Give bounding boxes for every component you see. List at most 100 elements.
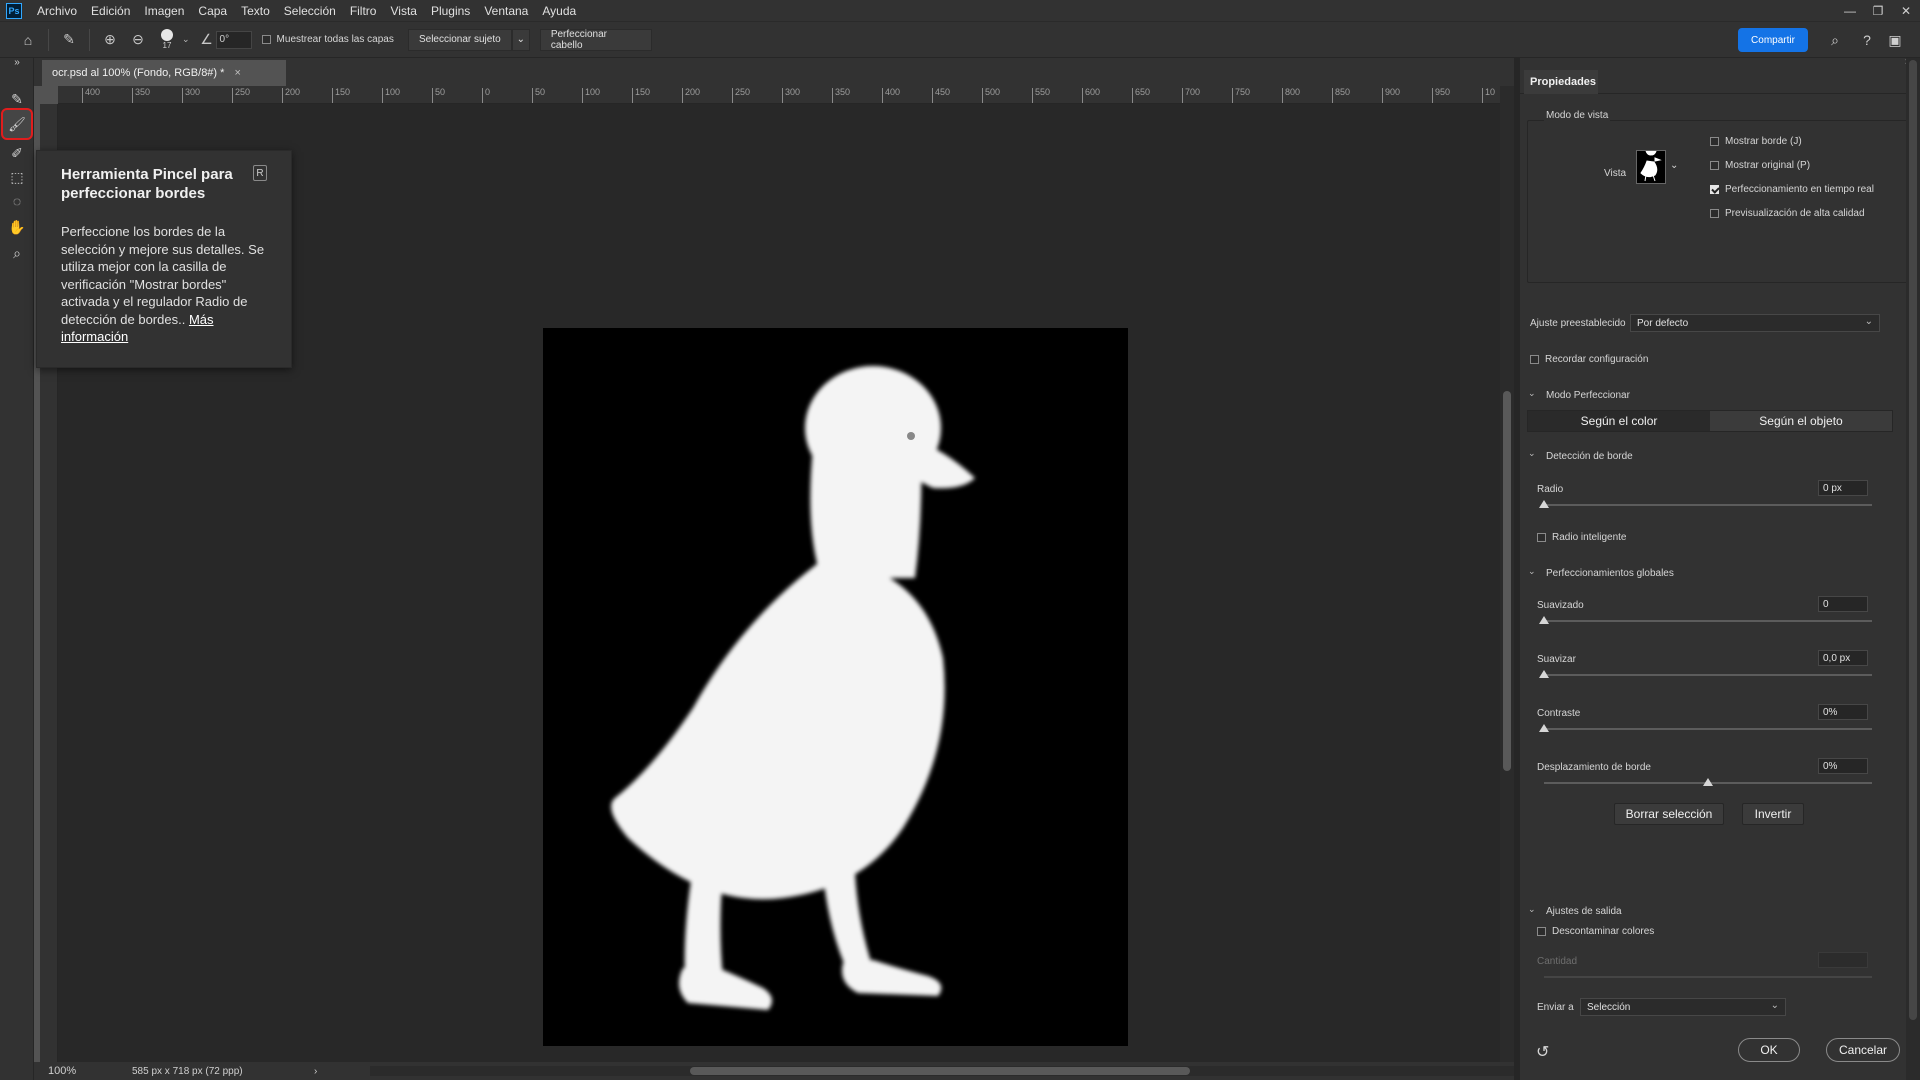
chevron-right-icon[interactable]: › <box>314 1066 317 1077</box>
ok-button[interactable]: OK <box>1738 1038 1800 1062</box>
smooth-slider-knob[interactable] <box>1539 616 1549 624</box>
clear-selection-button[interactable]: Borrar selección <box>1614 803 1724 825</box>
shift-edge-slider-knob[interactable] <box>1703 778 1713 786</box>
restore-button[interactable]: ❐ <box>1864 0 1892 22</box>
canvas-vertical-scrollbar[interactable] <box>1500 86 1514 1062</box>
show-original-checkbox[interactable]: Mostrar original (P) <box>1710 160 1810 171</box>
radius-slider-track[interactable] <box>1544 504 1872 506</box>
smooth-slider-track[interactable] <box>1544 620 1872 622</box>
ruler-tick: 100 <box>382 88 400 103</box>
radius-slider-knob[interactable] <box>1539 500 1549 508</box>
sample-all-layers-checkbox[interactable]: Muestrear todas las capas <box>261 34 394 45</box>
section-chevron-icon[interactable]: ⌄ <box>1528 448 1536 459</box>
shift-edge-field[interactable]: 0% <box>1818 758 1868 774</box>
options-bar: ⌂ ✎ ⊕ ⊖ 17 ⌄ ∠ 0° Muestrear todas las ca… <box>0 22 1920 58</box>
ruler-tick: 0 <box>482 88 490 103</box>
zoom-tool-icon[interactable]: ⌕ <box>5 242 29 264</box>
add-to-selection-icon[interactable]: ⊕ <box>96 26 124 54</box>
radius-field[interactable]: 0 px <box>1818 480 1868 496</box>
smart-radius-checkbox[interactable]: Radio inteligente <box>1537 532 1627 543</box>
refine-hair-button[interactable]: Perfeccionar cabello <box>539 28 652 51</box>
menu-plugins[interactable]: Plugins <box>424 0 477 22</box>
document-image[interactable] <box>543 328 1128 1046</box>
document-tab[interactable]: ocr.psd al 100% (Fondo, RGB/8#) * × <box>42 60 286 86</box>
shift-edge-label: Desplazamiento de borde <box>1537 762 1651 773</box>
view-thumbnail[interactable] <box>1636 144 1666 184</box>
menu-vista[interactable]: Vista <box>383 0 423 22</box>
realtime-refinement-checkbox[interactable]: Perfeccionamiento en tiempo real <box>1710 184 1874 195</box>
contrast-slider-track[interactable] <box>1544 728 1872 730</box>
minimize-button[interactable]: — <box>1836 0 1864 22</box>
output-settings-title[interactable]: Ajustes de salida <box>1546 906 1622 917</box>
checkbox-box <box>1710 137 1719 146</box>
panel-scrollbar[interactable] <box>1906 58 1920 1080</box>
menu-texto[interactable]: Texto <box>234 0 277 22</box>
select-subject-dropdown-icon[interactable]: ⌄ <box>511 28 530 51</box>
workspace-icon[interactable]: ▣ <box>1884 29 1906 51</box>
divider <box>89 28 90 51</box>
by-object-option[interactable]: Según el objeto <box>1710 411 1892 431</box>
reset-icon[interactable]: ↺ <box>1536 1042 1549 1062</box>
show-original-label: Mostrar original (P) <box>1725 160 1811 171</box>
canvas-horizontal-scrollbar[interactable] <box>370 1066 1522 1076</box>
by-color-option[interactable]: Según el color <box>1528 411 1710 431</box>
scrollbar-thumb[interactable] <box>1503 391 1511 771</box>
refine-mode-title[interactable]: Modo Perfeccionar <box>1546 390 1630 401</box>
contrast-field[interactable]: 0% <box>1818 704 1868 720</box>
high-quality-preview-checkbox[interactable]: Previsualización de alta calidad <box>1710 208 1865 219</box>
horizontal-ruler[interactable]: 400 350 300 250 200 150 100 50 0 50 100 … <box>58 86 1500 104</box>
edge-detection-title[interactable]: Detección de borde <box>1546 451 1633 462</box>
menu-edicion[interactable]: Edición <box>84 0 137 22</box>
feather-slider-track[interactable] <box>1544 674 1872 676</box>
object-selection-tool-icon[interactable]: ⬚ <box>5 166 29 188</box>
cancel-button[interactable]: Cancelar <box>1826 1038 1900 1062</box>
scrollbar-thumb[interactable] <box>1909 60 1917 1020</box>
home-icon[interactable]: ⌂ <box>14 26 42 54</box>
feather-slider-knob[interactable] <box>1539 670 1549 678</box>
help-icon[interactable]: ? <box>1856 29 1878 51</box>
global-refinements-title[interactable]: Perfeccionamientos globales <box>1546 568 1674 579</box>
select-subject-button[interactable]: Seleccionar sujeto <box>407 28 512 51</box>
section-chevron-icon[interactable]: ⌄ <box>1528 904 1536 915</box>
lasso-tool-icon[interactable]: ◌ <box>5 190 29 212</box>
hand-tool-icon[interactable]: ✋ <box>5 216 29 238</box>
subtract-from-selection-icon[interactable]: ⊖ <box>124 26 152 54</box>
menu-imagen[interactable]: Imagen <box>137 0 191 22</box>
angle-field[interactable]: 0° <box>215 30 252 49</box>
view-dropdown-chevron-icon[interactable]: ⌄ <box>1670 160 1678 171</box>
remember-settings-checkbox[interactable]: Recordar configuración <box>1530 354 1648 365</box>
menu-filtro[interactable]: Filtro <box>343 0 384 22</box>
duck-icon <box>1640 144 1662 182</box>
zoom-level[interactable]: 100% <box>48 1065 132 1077</box>
preset-dropdown[interactable]: Por defecto ⌄ <box>1630 314 1880 332</box>
refine-edge-brush-tool-icon[interactable]: 🖌 <box>1 108 33 140</box>
section-chevron-icon[interactable]: ⌄ <box>1528 388 1536 399</box>
refine-brush-preset-icon[interactable]: ✎ <box>55 26 83 54</box>
tab-properties[interactable]: Propiedades <box>1524 70 1598 94</box>
section-chevron-icon[interactable]: ⌄ <box>1528 566 1536 577</box>
feather-label: Suavizar <box>1537 654 1576 665</box>
chevron-down-icon[interactable]: ⌄ <box>182 34 190 45</box>
feather-field[interactable]: 0,0 px <box>1818 650 1868 666</box>
menu-ventana[interactable]: Ventana <box>477 0 535 22</box>
menu-bar: Ps Archivo Edición Imagen Capa Texto Sel… <box>0 0 1920 22</box>
close-button[interactable]: ✕ <box>1892 0 1920 22</box>
menu-ayuda[interactable]: Ayuda <box>535 0 583 22</box>
expand-panel-icon[interactable]: » <box>5 56 29 68</box>
smooth-field[interactable]: 0 <box>1818 596 1868 612</box>
brush-tool-icon[interactable]: ✐ <box>5 142 29 164</box>
close-tab-icon[interactable]: × <box>234 67 240 79</box>
invert-button[interactable]: Invertir <box>1742 803 1804 825</box>
share-button[interactable]: Compartir <box>1738 28 1808 52</box>
scrollbar-thumb[interactable] <box>690 1067 1190 1075</box>
send-to-dropdown[interactable]: Selección ⌄ <box>1580 998 1786 1016</box>
menu-archivo[interactable]: Archivo <box>30 0 84 22</box>
menu-seleccion[interactable]: Selección <box>277 0 343 22</box>
show-edge-checkbox[interactable]: Mostrar borde (J) <box>1710 136 1802 147</box>
menu-capa[interactable]: Capa <box>191 0 234 22</box>
quick-selection-tool-icon[interactable]: ✎ <box>5 88 29 110</box>
brush-size-picker[interactable]: 17 <box>152 25 182 55</box>
search-icon[interactable]: ⌕ <box>1824 29 1846 51</box>
contrast-slider-knob[interactable] <box>1539 724 1549 732</box>
decontaminate-checkbox[interactable]: Descontaminar colores <box>1537 926 1654 937</box>
